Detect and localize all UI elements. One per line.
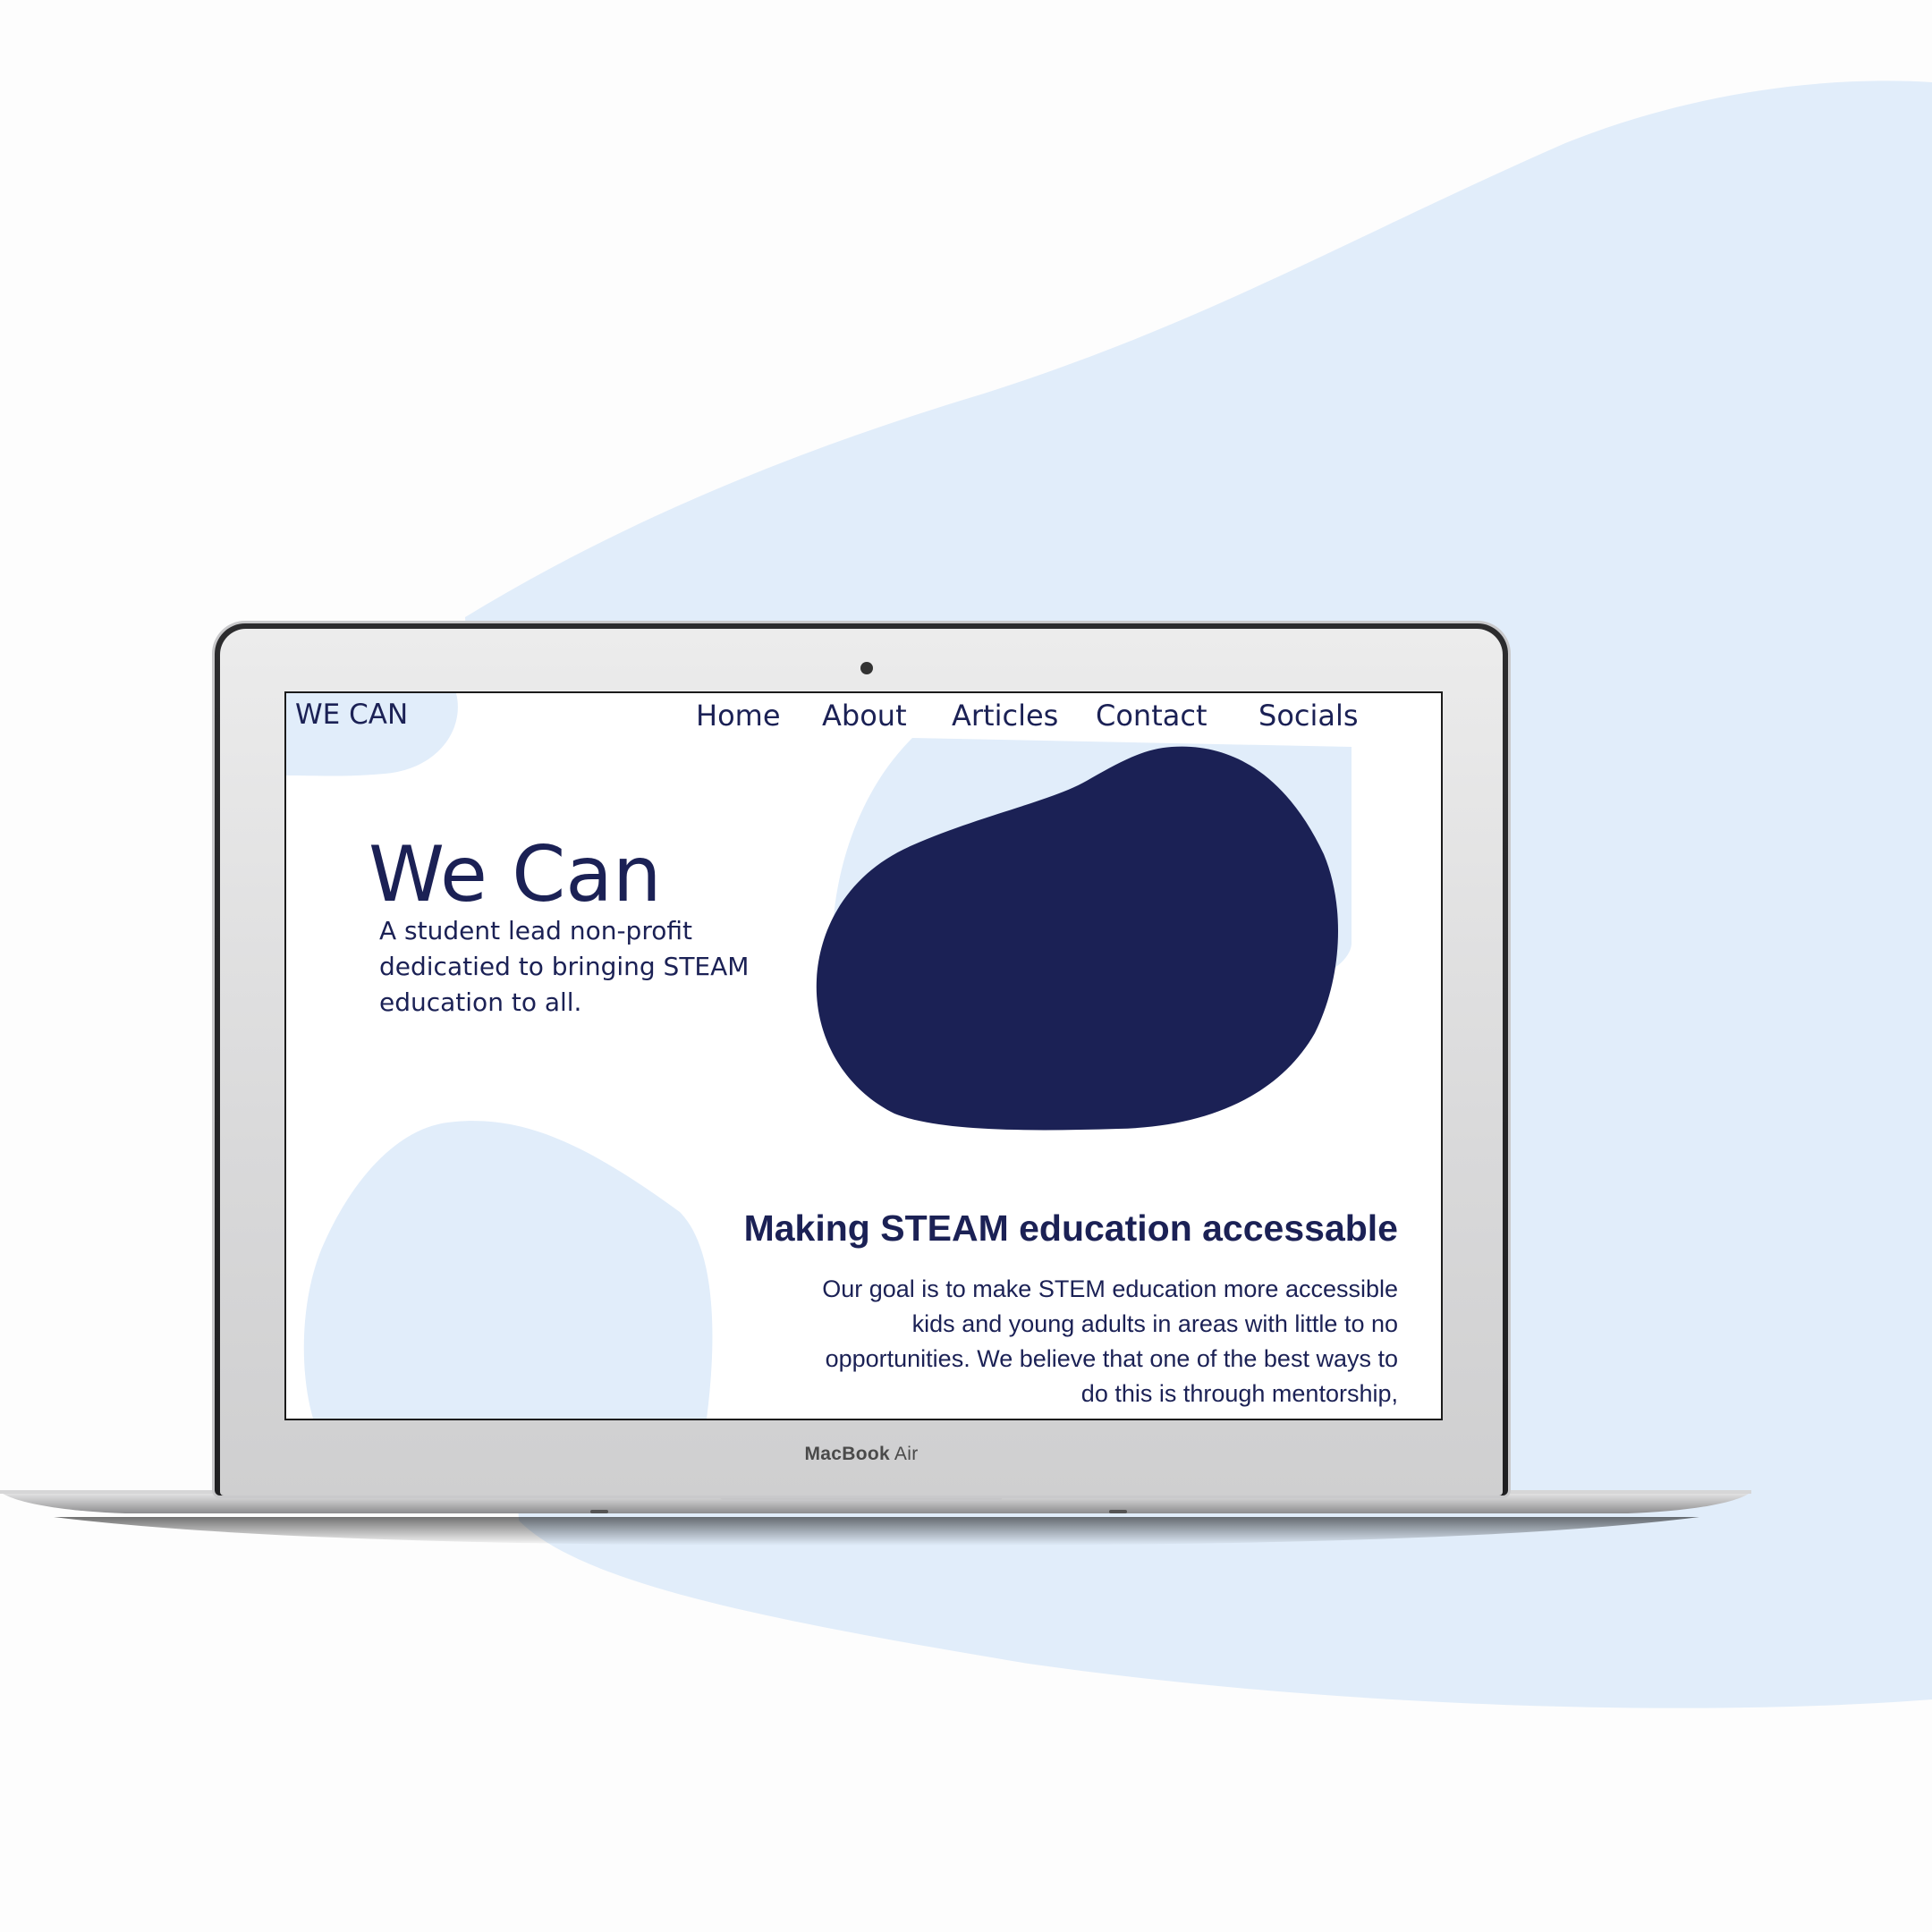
laptop-base <box>0 1490 1751 1546</box>
section-title: Making STEAM education accessable <box>743 1208 1398 1249</box>
laptop-screen: WE CAN Home About Articles Contact Socia… <box>284 691 1443 1420</box>
nav-contact[interactable]: Contact <box>1096 699 1208 733</box>
nav-home[interactable]: Home <box>696 699 781 733</box>
main-nav: Home About Articles Contact Socials <box>286 699 1441 738</box>
section-body: Our goal is to make STEM education more … <box>822 1275 1398 1407</box>
nav-articles[interactable]: Articles <box>952 699 1058 733</box>
nav-socials[interactable]: Socials <box>1258 699 1359 733</box>
camera-icon <box>860 662 873 674</box>
hero-title: We Can <box>369 830 662 919</box>
nav-about[interactable]: About <box>822 699 907 733</box>
device-brand-label: MacBook Air <box>804 1444 919 1464</box>
hero-subtitle: A student lead non-profit dedicatied to … <box>379 916 750 1017</box>
stage: MacBook Air WE CAN Home About Articles C… <box>0 0 1932 1932</box>
